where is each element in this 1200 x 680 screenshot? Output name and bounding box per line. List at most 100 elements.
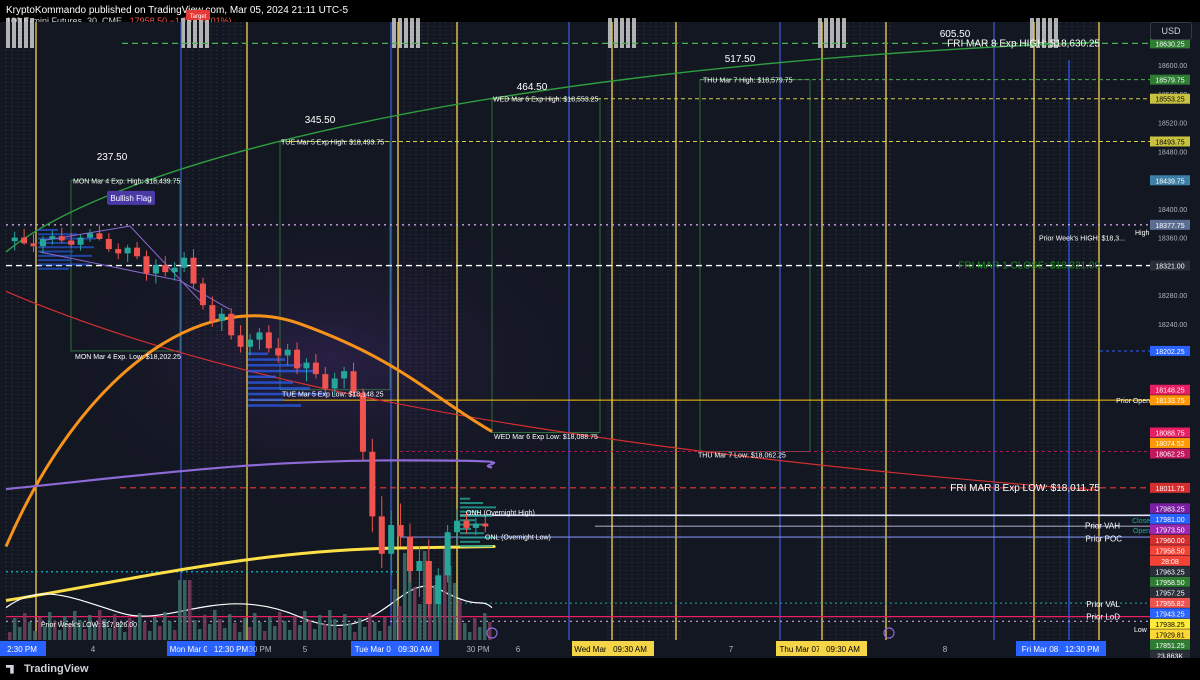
time-tick-label: 12:30 PM: [214, 645, 249, 654]
candle-body: [425, 560, 432, 605]
price-tick-label: 18280.00: [1158, 293, 1187, 300]
time-tick-label: 4: [91, 645, 96, 654]
volume-bar: [143, 622, 147, 640]
session-marker: [18, 18, 22, 48]
volume-bar: [218, 619, 222, 640]
volume-bar: [148, 631, 152, 640]
price-chip-label: 18148.25: [1155, 388, 1184, 395]
price-chip-label: 17929.81: [1155, 632, 1184, 639]
time-tick-label: 7: [729, 645, 734, 654]
candle-body: [171, 267, 178, 273]
price-chip-label: 18133.75: [1155, 398, 1184, 405]
time-tick-label: 12:30 PM: [1065, 645, 1100, 654]
price-chip-label: 18553.25: [1155, 97, 1184, 104]
volume-profile-bar: [248, 375, 276, 379]
candle-body: [406, 536, 414, 572]
volume-profile-bar: [460, 545, 493, 548]
volume-profile-bar: [248, 404, 301, 407]
level-label: Open: [1133, 528, 1150, 535]
range-annotation: 345.50: [305, 115, 336, 126]
volume-bar: [283, 621, 287, 640]
candle-body: [152, 264, 159, 274]
level-label: Prior Open: [1116, 398, 1150, 405]
price-chip-label: 18321.00: [1155, 264, 1184, 271]
price-chart[interactable]: Bullish Flag FRI MAR 8 Exp HIGH: $18,630.…: [0, 0, 1200, 680]
volume-bar: [253, 613, 257, 640]
level-label: MON Mar 4 Exp. High: $18,439.75: [73, 178, 180, 185]
price-chip-label: 17943.25: [1155, 611, 1184, 618]
volume-bar: [448, 566, 452, 640]
price-chip-label: 17973.50: [1155, 527, 1184, 534]
volume-bar: [418, 604, 422, 640]
candle-body: [331, 378, 338, 389]
volume-profile-bar: [248, 352, 268, 356]
currency-selector[interactable]: USD: [1150, 22, 1192, 40]
candle-body: [49, 236, 56, 240]
bullish-flag-label: Bullish Flag: [110, 194, 151, 203]
candle-body: [209, 305, 216, 321]
price-tick-label: 18520.00: [1158, 121, 1187, 128]
candle-body: [444, 532, 451, 576]
volume-bar: [333, 619, 337, 640]
volume-bar: [18, 627, 22, 640]
volume-bar: [33, 631, 37, 640]
volume-profile-bar: [460, 532, 484, 535]
volume-profile-bar: [460, 497, 470, 500]
volume-profile-bar: [38, 259, 71, 262]
candle-body: [265, 332, 272, 349]
price-tick-label: 18600.00: [1158, 63, 1187, 70]
volume-bar: [308, 620, 312, 640]
time-tick-label: 8: [943, 645, 948, 654]
candle-body: [77, 237, 84, 245]
range-annotation: 517.50: [725, 54, 756, 65]
volume-bar: [13, 618, 17, 640]
volume-bar: [23, 613, 27, 640]
volume-bar: [228, 614, 232, 640]
price-chip-label: 17958.50: [1155, 580, 1184, 587]
price-chip-label: 17851.25: [1155, 643, 1184, 650]
volume-bar: [238, 632, 242, 640]
candle-body: [369, 451, 376, 517]
price-chip-label: 17958.50: [1155, 548, 1184, 555]
range-annotation: 237.50: [97, 152, 128, 163]
candle-body: [96, 233, 103, 240]
volume-profile-bar: [248, 381, 293, 384]
level-label: FRI MAR 8 Exp HIGH: $18,630.25: [947, 38, 1100, 49]
volume-bar: [393, 589, 397, 640]
price-chip-label: 17938.25: [1155, 622, 1184, 629]
volume-bar: [403, 553, 407, 640]
level-label: ONH (Overnight High): [466, 510, 535, 517]
volume-bar: [468, 632, 472, 640]
price-chip-label: 18062.25: [1155, 452, 1184, 459]
time-tick-label: 09:30 AM: [613, 645, 647, 654]
volume-bar: [458, 600, 462, 640]
volume-profile-bar: [248, 364, 302, 367]
volume-bar: [248, 627, 252, 640]
volume-bar: [363, 627, 367, 640]
candle-body: [312, 362, 319, 375]
price-chip-label: 18377.75: [1155, 223, 1184, 230]
candle-body: [463, 520, 470, 528]
volume-bar: [158, 626, 162, 640]
volume-bar: [163, 612, 167, 640]
price-chip-label: 18074.52: [1155, 441, 1184, 448]
candle-body: [294, 349, 301, 369]
volume-profile-bar: [38, 228, 58, 231]
price-chip-label: 17955.82: [1155, 601, 1184, 608]
price-tick-label: 18240.00: [1158, 322, 1187, 329]
candle-body: [397, 525, 404, 537]
level-label: THU Mar 7 High: $18,579.75: [703, 78, 793, 85]
price-chip-label: 17957.25: [1155, 590, 1184, 597]
range-annotation: 605.50: [940, 29, 971, 40]
session-marker: [12, 18, 16, 48]
volume-bar: [258, 622, 262, 640]
time-tick-label: 09:30 AM: [826, 645, 860, 654]
volume-bar: [233, 623, 237, 640]
level-label: Prior POC: [1086, 535, 1123, 544]
volume-bar: [273, 626, 277, 640]
candle-body: [472, 523, 479, 528]
volume-bar: [153, 617, 157, 640]
candle-body: [199, 283, 206, 306]
candle-body: [86, 233, 94, 238]
volume-bar: [213, 610, 217, 640]
